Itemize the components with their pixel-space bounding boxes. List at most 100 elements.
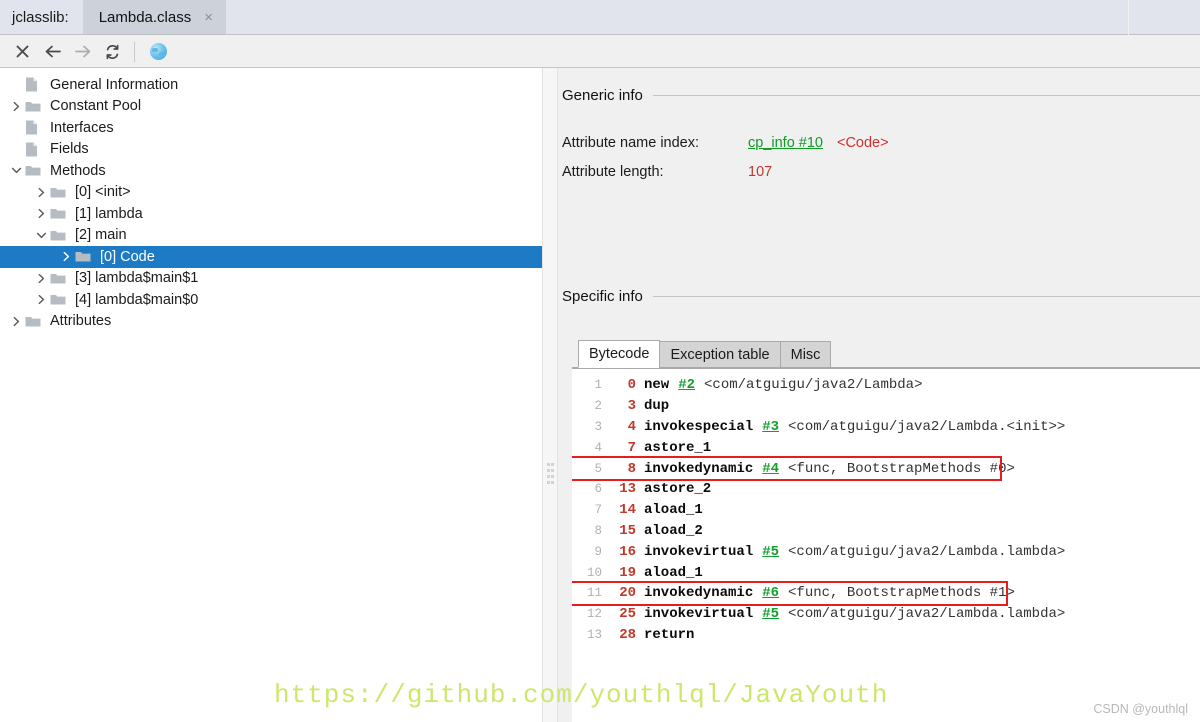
folder-icon [75,250,91,263]
bytecode-row[interactable]: 1120invokedynamic#6<func, BootstrapMetho… [572,583,1200,604]
tree-node-label: General Information [50,77,186,93]
reload-button[interactable] [99,39,126,65]
bytecode-offset: 15 [602,523,644,539]
bytecode-cp-reference[interactable]: #5 [762,606,779,622]
bytecode-row[interactable]: 815aload_2 [572,521,1200,542]
bytecode-row[interactable]: 34invokespecial#3<com/atguigu/java2/Lamb… [572,417,1200,438]
tree-node-attributes[interactable]: Attributes [0,311,542,333]
back-button[interactable] [39,39,66,65]
folder-icon [25,311,45,332]
close-icon [15,44,30,59]
tree-node-0-code[interactable]: [0] Code [0,246,542,268]
chevron-down-icon[interactable] [33,225,50,246]
tree-node-1-lambda[interactable]: [1] lambda [0,203,542,225]
tree-node-label: [0] Code [100,249,163,265]
bytecode-mnemonic: astore_2 [644,481,711,497]
bytecode-cp-reference[interactable]: #3 [762,419,779,435]
close-icon[interactable]: × [201,8,216,27]
chevron-down-icon[interactable] [8,160,25,181]
splitter-grip [547,463,554,487]
bytecode-line-number: 9 [572,545,602,559]
bytecode-line-number: 10 [572,566,602,580]
attribute-name-index-row: Attribute name index: cp_info #10 <Code> [562,135,889,151]
bytecode-row[interactable]: 613astore_2 [572,479,1200,500]
class-structure-tree[interactable]: General Information Constant Pool Interfac… [0,68,542,722]
bytecode-comment: <com/atguigu/java2/Lambda.lambda> [788,606,1065,622]
bytecode-mnemonic: invokevirtual [644,606,753,622]
bytecode-cp-reference[interactable]: #5 [762,544,779,560]
chevron-right-icon[interactable] [8,311,25,332]
bytecode-mnemonic: aload_2 [644,523,703,539]
generic-info-title: Generic info [562,87,643,104]
bytecode-offset: 8 [602,461,644,477]
tree-node-fields[interactable]: Fields [0,139,542,161]
tab-lambda-class[interactable]: Lambda.class × [83,0,226,34]
section-rule [653,296,1200,297]
tree-node-interfaces[interactable]: Interfaces [0,117,542,139]
tree-node-constant-pool[interactable]: Constant Pool [0,96,542,118]
bytecode-row[interactable]: 10new#2<com/atguigu/java2/Lambda> [572,375,1200,396]
bytecode-mnemonic: astore_1 [644,440,711,456]
bytecode-row[interactable]: 916invokevirtual#5<com/atguigu/java2/Lam… [572,541,1200,562]
bytecode-offset: 28 [602,627,644,643]
folder-icon [50,289,70,310]
tree-node-4-lambda-main-0[interactable]: [4] lambda$main$0 [0,289,542,311]
forward-button[interactable] [69,39,96,65]
chevron-right-icon[interactable] [33,182,50,203]
bytecode-row[interactable]: 23dup [572,396,1200,417]
folder-icon [25,164,41,177]
bytecode-row[interactable]: 58invokedynamic#4<func, BootstrapMethods… [572,458,1200,479]
folder-icon [50,293,66,306]
bytecode-mnemonic: new [644,377,669,393]
main-split: General Information Constant Pool Interfac… [0,68,1200,722]
tree-node-general-information[interactable]: General Information [0,74,542,96]
tree-node-2-main[interactable]: [2] main [0,225,542,247]
bytecode-offset: 3 [602,398,644,414]
tab-title: Lambda.class [99,9,192,26]
bytecode-mnemonic: aload_1 [644,565,703,581]
bytecode-row[interactable]: 47astore_1 [572,437,1200,458]
bytecode-line-number: 7 [572,503,602,517]
bytecode-offset: 7 [602,440,644,456]
tab-exception-table[interactable]: Exception table [659,341,780,368]
chevron-right-icon[interactable] [8,96,25,117]
file-icon [25,120,38,135]
bytecode-line-number: 6 [572,482,602,496]
bytecode-cp-reference[interactable]: #6 [762,585,779,601]
tree-node-3-lambda-main-1[interactable]: [3] lambda$main$1 [0,268,542,290]
bytecode-comment: <func, BootstrapMethods #1> [788,585,1015,601]
tree-node-label: [4] lambda$main$0 [75,292,206,308]
pane-splitter[interactable] [542,68,558,722]
bytecode-panel[interactable]: 10new#2<com/atguigu/java2/Lambda>23dup34… [572,368,1200,722]
tab-label: Bytecode [589,346,649,362]
bytecode-cp-reference[interactable]: #2 [678,377,695,393]
tab-bytecode[interactable]: Bytecode [578,340,660,368]
chevron-right-icon[interactable] [58,246,75,267]
chevron-right-icon[interactable] [33,203,50,224]
bytecode-row[interactable]: 1225invokevirtual#5<com/atguigu/java2/La… [572,604,1200,625]
tree-node-0-init[interactable]: [0] <init> [0,182,542,204]
app-label: jclasslib: [0,0,83,34]
tab-strip: jclasslib: Lambda.class × [0,0,1128,35]
browse-button[interactable] [145,39,172,65]
file-icon [25,142,38,157]
chevron-right-icon[interactable] [33,289,50,310]
close-button[interactable] [9,39,36,65]
bytecode-cp-reference[interactable]: #4 [762,461,779,477]
folder-icon [50,186,66,199]
bytecode-row[interactable]: 714aload_1 [572,500,1200,521]
folder-icon [25,100,41,113]
bytecode-line-number: 11 [572,586,602,600]
bytecode-row[interactable]: 1328return [572,625,1200,646]
tree-node-methods[interactable]: Methods [0,160,542,182]
cp-info-link[interactable]: cp_info #10 [748,135,823,151]
tree-node-label: Constant Pool [50,98,149,114]
tab-misc[interactable]: Misc [780,341,832,368]
folder-icon [50,229,66,242]
bytecode-row[interactable]: 1019aload_1 [572,562,1200,583]
tree-twisty-placeholder [8,139,25,160]
tree-node-label: [2] main [75,227,135,243]
chevron-right-icon[interactable] [33,268,50,289]
chevron-right-icon [36,208,47,219]
folder-icon [25,96,45,117]
